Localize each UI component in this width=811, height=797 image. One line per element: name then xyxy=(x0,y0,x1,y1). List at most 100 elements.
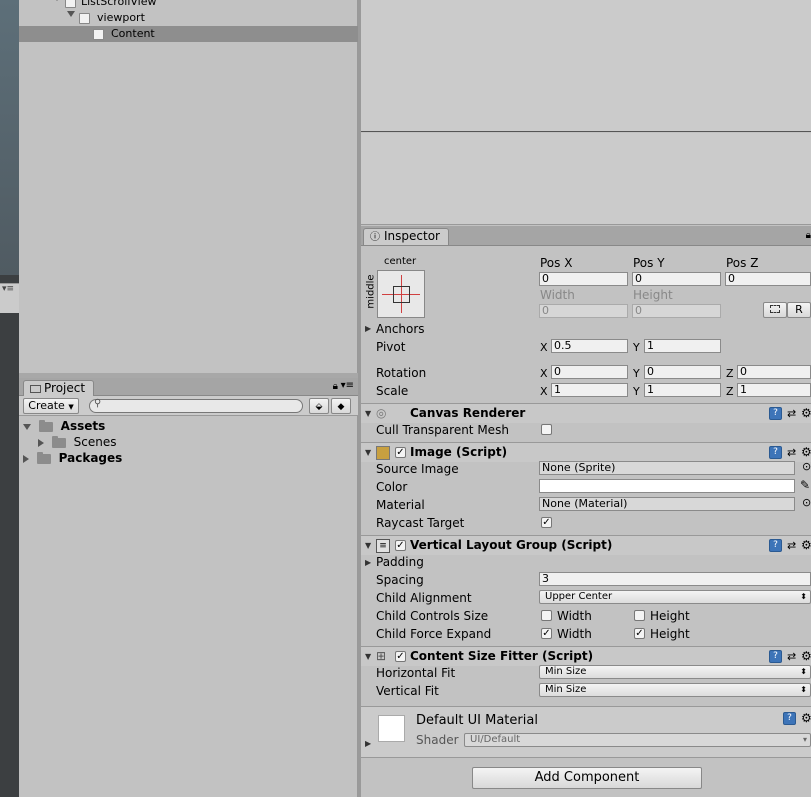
search-icon: ⚲ xyxy=(94,398,102,409)
project-folder-assets[interactable]: Assets xyxy=(23,418,105,434)
axis-x-label: X xyxy=(540,367,548,380)
presets-icon[interactable]: ⇄ xyxy=(787,446,796,459)
tab-label: Inspector xyxy=(384,229,440,243)
anchors-label[interactable]: Anchors xyxy=(376,322,425,336)
source-image-field[interactable]: None (Sprite) xyxy=(539,461,795,475)
scale-x-field[interactable]: 1 xyxy=(551,383,628,397)
pos-y-field[interactable]: 0 xyxy=(632,272,721,286)
filter-by-label-button[interactable]: ◆ xyxy=(331,398,351,414)
collapse-arrow-icon[interactable]: ▼ xyxy=(365,652,371,661)
lock-icon[interactable]: 🔒︎ xyxy=(806,230,811,241)
pivot-x-field[interactable]: 0.5 xyxy=(551,339,628,353)
hierarchy-item[interactable]: ListScrollView xyxy=(19,0,358,10)
scene-panel-menu[interactable]: ▾≡ xyxy=(0,283,19,313)
expand-arrow-icon[interactable]: ▶ xyxy=(365,324,371,333)
material-field[interactable]: None (Material) xyxy=(539,497,795,511)
padding-label[interactable]: Padding xyxy=(376,555,424,569)
pos-x-field[interactable]: 0 xyxy=(539,272,628,286)
add-component-button[interactable]: Add Component xyxy=(472,767,702,789)
expand-arrow-icon[interactable] xyxy=(53,0,61,1)
raycast-target-checkbox[interactable]: ✓ xyxy=(541,517,552,528)
rotation-z-field[interactable]: 0 xyxy=(737,365,811,379)
cull-transparent-mesh-checkbox[interactable] xyxy=(541,424,552,435)
eyedropper-icon[interactable]: ✎ xyxy=(800,478,810,492)
panel-menu-icon[interactable]: ▾≡ xyxy=(341,380,354,391)
controls-height-checkbox[interactable] xyxy=(634,610,645,621)
expand-arrow-icon[interactable]: ▶ xyxy=(365,558,371,567)
force-width-checkbox[interactable]: ✓ xyxy=(541,628,552,639)
create-button[interactable]: Create ▼ xyxy=(23,398,79,414)
filter-by-type-button[interactable]: ⬙ xyxy=(309,398,329,414)
help-icon[interactable]: ? xyxy=(769,446,782,459)
hierarchy-item[interactable]: viewport xyxy=(19,10,358,26)
collapse-arrow-icon[interactable] xyxy=(38,438,44,447)
height-field[interactable]: 0 xyxy=(632,304,721,318)
vlg-enabled-checkbox[interactable]: ✓ xyxy=(395,540,406,551)
blueprint-mode-button[interactable] xyxy=(763,302,787,318)
canvas-renderer-header[interactable]: ▼ ◎ Canvas Renderer ? ⇄ ⚙ xyxy=(361,403,811,423)
axis-y-label: Y xyxy=(633,341,640,354)
gear-icon[interactable]: ⚙ xyxy=(801,406,811,420)
gameobject-cube-icon xyxy=(93,26,108,42)
rotation-y-field[interactable]: 0 xyxy=(644,365,721,379)
gear-icon[interactable]: ⚙ xyxy=(801,445,811,459)
width-field[interactable]: 0 xyxy=(539,304,628,318)
csf-enabled-checkbox[interactable]: ✓ xyxy=(395,651,406,662)
raw-edit-button[interactable]: R xyxy=(787,302,811,318)
project-toolbar: Create ▼ ⚲ ⬙ ◆ xyxy=(19,396,358,416)
project-folder-packages[interactable]: Packages xyxy=(23,450,122,466)
help-icon[interactable]: ? xyxy=(769,650,782,663)
help-icon[interactable]: ? xyxy=(783,712,796,725)
horizontal-fit-dropdown[interactable]: Min Size ⬍ xyxy=(539,665,811,679)
material-header-icons: ? ⚙ xyxy=(765,711,811,726)
pos-z-field[interactable]: 0 xyxy=(725,272,811,286)
hierarchy-item-selected[interactable]: Content xyxy=(19,26,358,42)
folder-icon xyxy=(38,419,53,432)
help-icon[interactable]: ? xyxy=(769,407,782,420)
expand-arrow-icon[interactable] xyxy=(67,11,75,17)
presets-icon[interactable]: ⇄ xyxy=(787,650,796,663)
gear-icon[interactable]: ⚙ xyxy=(801,538,811,552)
force-height-checkbox[interactable]: ✓ xyxy=(634,628,645,639)
lock-icon[interactable]: 🔒︎ xyxy=(333,381,338,392)
object-picker-icon[interactable]: ⊙ xyxy=(802,496,811,509)
color-field[interactable] xyxy=(539,479,795,493)
spacing-field[interactable]: 3 xyxy=(539,572,811,586)
help-icon[interactable]: ? xyxy=(769,539,782,552)
anchor-presets-button[interactable] xyxy=(377,270,425,318)
expand-arrow-icon[interactable] xyxy=(23,423,31,430)
gear-icon[interactable]: ⚙ xyxy=(801,649,811,663)
filter-icon: ⬙ xyxy=(315,402,323,412)
collapse-arrow-icon[interactable]: ▼ xyxy=(365,409,371,418)
spacing-label: Spacing xyxy=(376,573,424,587)
presets-icon[interactable]: ⇄ xyxy=(787,539,796,552)
tab-inspector[interactable]: ⓘ Inspector xyxy=(363,228,449,245)
controls-width-checkbox[interactable] xyxy=(541,610,552,621)
menu-icon[interactable]: ▾≡ xyxy=(2,284,14,294)
content-size-fitter-header[interactable]: ▼ ⊞ ✓ Content Size Fitter (Script) ? ⇄ ⚙ xyxy=(361,646,811,666)
expand-arrow-icon[interactable]: ▶ xyxy=(365,739,371,748)
presets-icon[interactable]: ⇄ xyxy=(787,407,796,420)
search-input[interactable]: ⚲ xyxy=(89,398,303,413)
material-section: Default UI Material ▶ Shader UI/Default ▾… xyxy=(361,706,811,758)
project-folder-scenes[interactable]: Scenes xyxy=(38,434,117,450)
scale-y-field[interactable]: 1 xyxy=(644,383,721,397)
rotation-x-field[interactable]: 0 xyxy=(551,365,628,379)
height-label: Height xyxy=(650,609,690,623)
collapse-arrow-icon[interactable]: ▼ xyxy=(365,448,371,457)
axis-x-label: X xyxy=(540,341,548,354)
gear-icon[interactable]: ⚙ xyxy=(801,711,811,725)
pivot-y-field[interactable]: 1 xyxy=(644,339,721,353)
dropdown-arrow-icon: ▼ xyxy=(68,403,74,411)
scale-z-field[interactable]: 1 xyxy=(737,383,811,397)
image-enabled-checkbox[interactable]: ✓ xyxy=(395,447,406,458)
shader-dropdown[interactable]: UI/Default ▾ xyxy=(464,733,811,747)
child-alignment-dropdown[interactable]: Upper Center ⬍ xyxy=(539,590,811,604)
collapse-arrow-icon[interactable]: ▼ xyxy=(365,541,371,550)
object-picker-icon[interactable]: ⊙ xyxy=(802,460,811,473)
image-header[interactable]: ▼ ✓ Image (Script) ? ⇄ ⚙ xyxy=(361,442,811,462)
vertical-layout-group-header[interactable]: ▼ ≡ ✓ Vertical Layout Group (Script) ? ⇄… xyxy=(361,535,811,555)
vertical-fit-dropdown[interactable]: Min Size ⬍ xyxy=(539,683,811,697)
collapse-arrow-icon[interactable] xyxy=(23,454,29,463)
tab-project[interactable]: Project xyxy=(23,380,95,397)
